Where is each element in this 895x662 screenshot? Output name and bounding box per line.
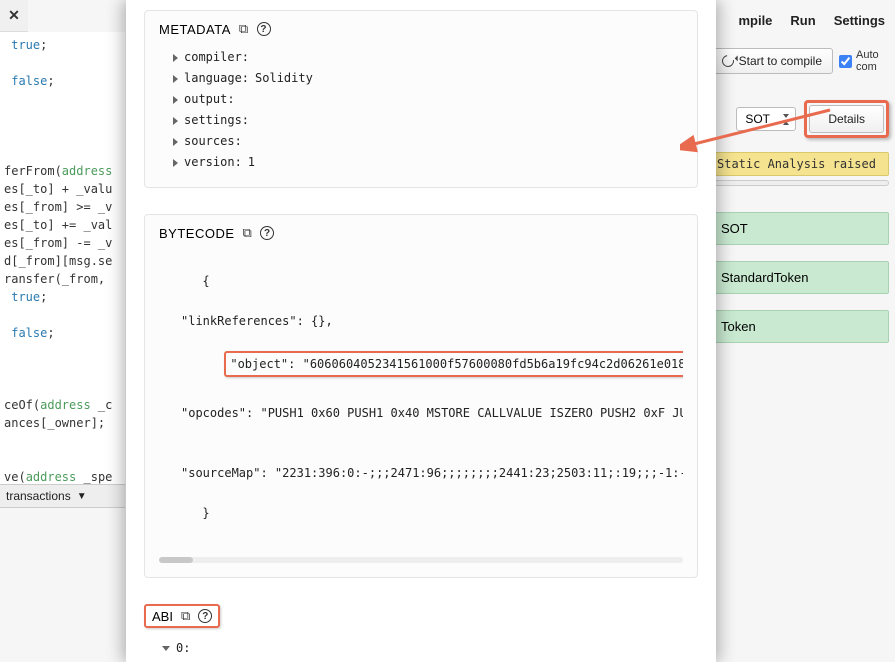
caret-right-icon: [173, 75, 178, 83]
metadata-item[interactable]: sources:: [159, 131, 683, 152]
metadata-item[interactable]: language: Solidity: [159, 68, 683, 89]
caret-down-icon: [162, 646, 170, 651]
caret-right-icon: [173, 96, 178, 104]
details-button[interactable]: Details: [809, 105, 884, 133]
bytecode-opcodes: "opcodes": "PUSH1 0x60 PUSH1 0x40 MSTORE…: [159, 403, 683, 423]
help-icon[interactable]: ?: [198, 609, 212, 623]
metadata-item[interactable]: compiler:: [159, 47, 683, 68]
abi-title: ABI: [152, 609, 173, 624]
tab-compile[interactable]: mpile: [738, 13, 772, 28]
tree-val: Solidity: [255, 68, 313, 89]
bytecode-brace-open: {: [202, 274, 209, 288]
tree-key: output:: [184, 89, 235, 110]
transactions-toggle[interactable]: transactions ▼: [0, 484, 125, 508]
start-compile-label: Start to compile: [739, 54, 822, 68]
refresh-icon: [719, 53, 736, 70]
bytecode-brace-close: }: [202, 506, 209, 520]
metadata-item[interactable]: version: 1: [159, 152, 683, 173]
contract-select[interactable]: SOT: [736, 107, 796, 131]
auto-compile-label: Auto com: [856, 49, 889, 73]
abi-card: ABI ⧉ ? 0: constant: trueinputs:name: na…: [144, 604, 698, 662]
bytecode-sourcemap: "sourceMap": "2231:396:0:-;;;2471:96;;;;…: [159, 463, 683, 483]
tree-key: compiler:: [184, 47, 249, 68]
auto-compile-toggle[interactable]: Auto com: [839, 49, 889, 73]
auto-compile-checkbox[interactable]: [839, 55, 852, 68]
bytecode-card: BYTECODE ⧉ ? { "linkReferences": {}, "ob…: [144, 214, 698, 578]
static-analysis-warning[interactable]: Static Analysis raised: [710, 152, 889, 176]
contract-item-token[interactable]: Token: [710, 310, 889, 343]
horizontal-scrollbar[interactable]: [159, 557, 683, 563]
details-modal: METADATA ⧉ ? compiler:language: Solidity…: [126, 0, 716, 662]
tree-key: sources:: [184, 131, 242, 152]
metadata-card: METADATA ⧉ ? compiler:language: Solidity…: [144, 10, 698, 188]
details-label: Details: [828, 112, 865, 126]
tree-key: version:: [184, 152, 242, 173]
progress-bar: [710, 180, 889, 186]
metadata-title: METADATA: [159, 22, 231, 37]
transactions-label: transactions: [6, 489, 71, 503]
contract-item-sot[interactable]: SOT: [710, 212, 889, 245]
copy-icon[interactable]: ⧉: [239, 21, 249, 37]
caret-right-icon: [173, 138, 178, 146]
editor-gutter: true; false; ferFrom(address es[_to] + _…: [0, 32, 125, 490]
help-icon[interactable]: ?: [257, 22, 271, 36]
caret-right-icon: [173, 159, 178, 167]
abi-entry-0[interactable]: 0:: [162, 638, 698, 659]
tab-run[interactable]: Run: [790, 13, 815, 28]
tree-val: 1: [248, 152, 255, 173]
bytecode-linkreferences: "linkReferences": {},: [159, 311, 683, 331]
tree-key: language:: [184, 68, 249, 89]
help-icon[interactable]: ?: [260, 226, 274, 240]
contract-item-standardtoken[interactable]: StandardToken: [710, 261, 889, 294]
caret-right-icon: [173, 117, 178, 125]
details-highlight: Details: [804, 100, 889, 138]
copy-icon[interactable]: ⧉: [181, 608, 190, 624]
caret-right-icon: [173, 54, 178, 62]
tab-settings[interactable]: Settings: [834, 13, 885, 28]
contract-select-value: SOT: [745, 112, 770, 126]
start-compile-button[interactable]: Start to compile: [711, 48, 833, 74]
scroll-thumb[interactable]: [159, 557, 193, 563]
tree-key: settings:: [184, 110, 249, 131]
metadata-item[interactable]: output:: [159, 89, 683, 110]
abi-highlight: ABI ⧉ ?: [144, 604, 220, 628]
metadata-item[interactable]: settings:: [159, 110, 683, 131]
bytecode-title: BYTECODE: [159, 226, 235, 241]
bytecode-object-highlight: "object": "6060604052341561000f57600080f…: [224, 351, 683, 377]
close-icon[interactable]: ✕: [0, 0, 28, 32]
chevron-down-icon: ▼: [77, 491, 87, 502]
abi-entry-0-idx: 0:: [176, 638, 190, 659]
copy-icon[interactable]: ⧉: [243, 225, 253, 241]
